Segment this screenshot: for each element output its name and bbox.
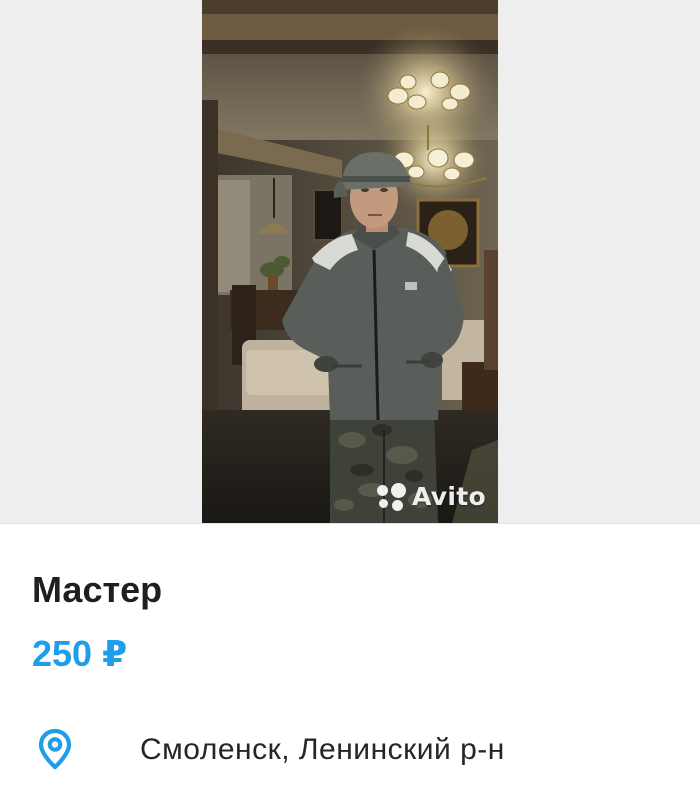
listing-price: 250 ₽: [32, 633, 128, 674]
location-pin-icon: [38, 728, 72, 770]
avito-watermark-text: Avito: [412, 482, 486, 511]
avito-watermark: Avito: [377, 482, 486, 511]
listing-photo-area[interactable]: Avito: [0, 0, 700, 523]
avito-logo-icon: [377, 482, 407, 511]
location-text: Смоленск, Ленинский р-н: [140, 733, 505, 766]
photo-divider: [0, 523, 700, 524]
location-row[interactable]: Смоленск, Ленинский р-н: [38, 726, 678, 772]
photo-illustration: [202, 0, 498, 523]
listing-photo[interactable]: Avito: [202, 0, 498, 523]
listing-title[interactable]: Мастер: [32, 568, 162, 612]
